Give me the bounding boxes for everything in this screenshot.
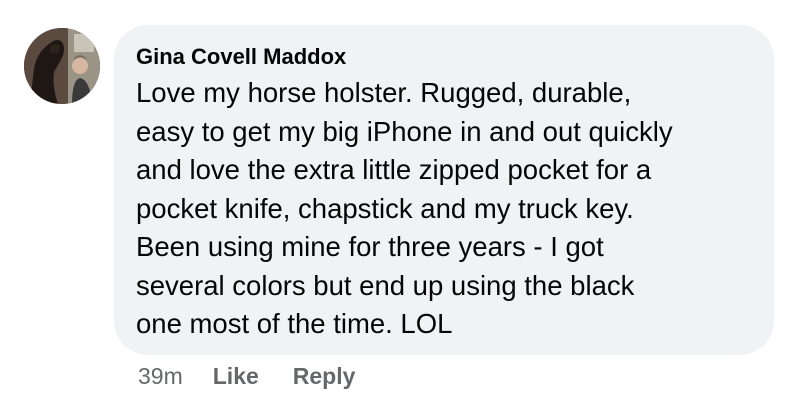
avatar[interactable] <box>24 28 100 104</box>
comment-actions: 39m Like Reply <box>138 360 389 392</box>
comment-text: Love my horse holster. Rugged, durable, … <box>136 77 673 339</box>
reply-button[interactable]: Reply <box>293 363 356 390</box>
comment-timestamp[interactable]: 39m <box>138 363 183 390</box>
comment-bubble: Gina Covell Maddox Love my horse holster… <box>114 25 774 355</box>
comment-author-name[interactable]: Gina Covell Maddox <box>136 43 752 71</box>
avatar-photo-icon <box>24 28 100 104</box>
comment: Gina Covell Maddox Love my horse holster… <box>0 0 800 410</box>
like-button[interactable]: Like <box>213 363 259 390</box>
